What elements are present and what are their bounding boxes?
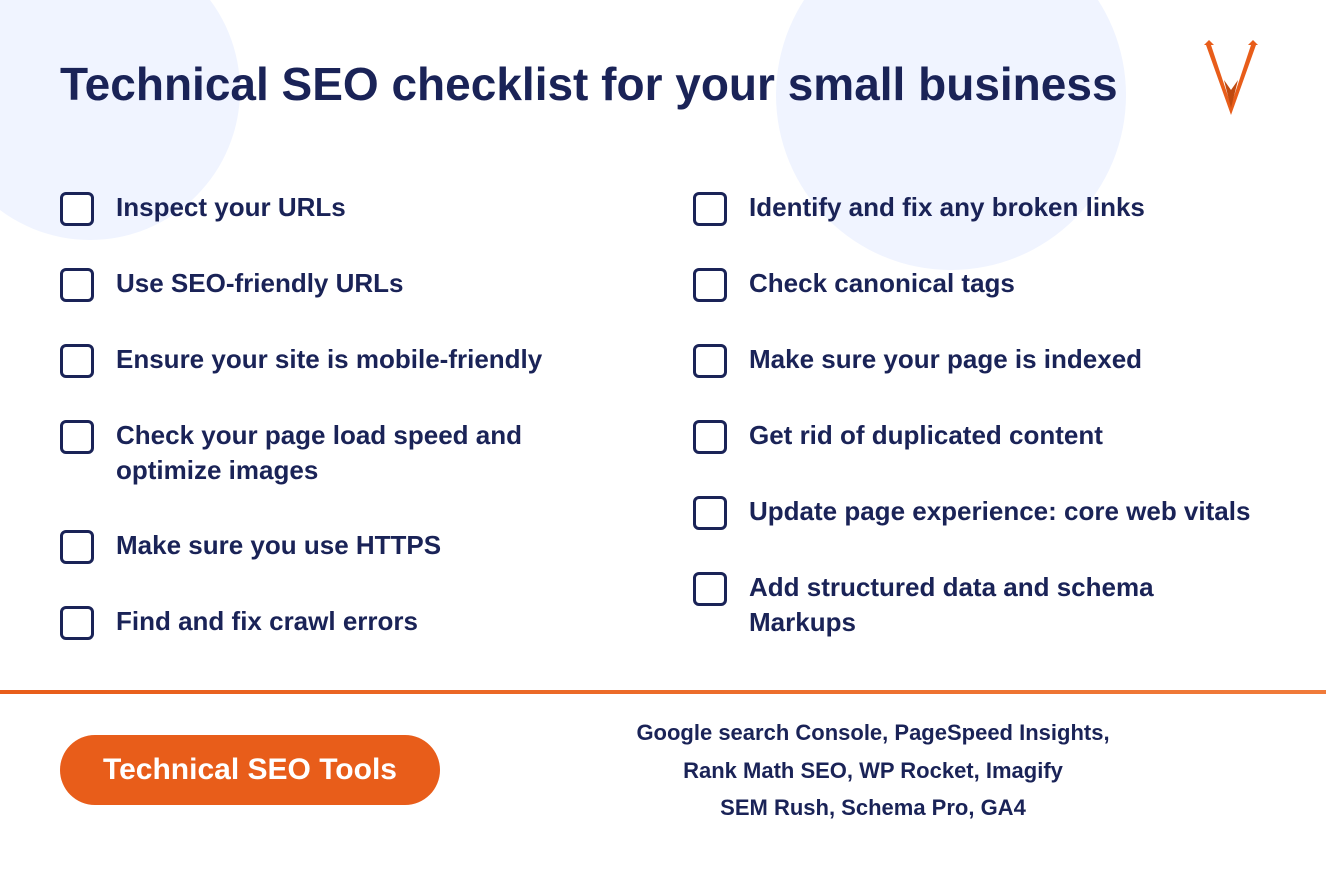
item-text-7: Identify and fix any broken links	[749, 190, 1145, 225]
tools-line-1: Google search Console, PageSpeed Insight…	[636, 720, 1109, 745]
item-text-11: Update page experience: core web vitals	[749, 494, 1250, 529]
item-text-9: Make sure your page is indexed	[749, 342, 1142, 377]
list-item: Find and fix crawl errors	[60, 584, 633, 660]
tools-line-2: Rank Math SEO, WP Rocket, Imagify	[683, 758, 1063, 783]
item-text-4: Check your page load speed and optimize …	[116, 418, 633, 488]
item-text-8: Check canonical tags	[749, 266, 1015, 301]
list-item: Update page experience: core web vitals	[693, 474, 1266, 550]
title-row: Technical SEO checklist for your small b…	[60, 40, 1266, 130]
checkbox-5[interactable]	[60, 530, 94, 564]
item-text-3: Ensure your site is mobile-friendly	[116, 342, 542, 377]
item-text-6: Find and fix crawl errors	[116, 604, 418, 639]
list-item: Use SEO-friendly URLs	[60, 246, 633, 322]
item-text-2: Use SEO-friendly URLs	[116, 266, 404, 301]
logo-icon	[1196, 40, 1266, 130]
checkbox-1[interactable]	[60, 192, 94, 226]
footer: Technical SEO Tools Google search Consol…	[0, 694, 1326, 846]
tools-badge: Technical SEO Tools	[60, 735, 440, 805]
item-text-1: Inspect your URLs	[116, 190, 346, 225]
page-title: Technical SEO checklist for your small b…	[60, 57, 1118, 112]
list-item: Ensure your site is mobile-friendly	[60, 322, 633, 398]
checklist-right-column: Identify and fix any broken links Check …	[693, 170, 1266, 660]
item-text-5: Make sure you use HTTPS	[116, 528, 441, 563]
checkbox-4[interactable]	[60, 420, 94, 454]
tools-list: Google search Console, PageSpeed Insight…	[440, 714, 1266, 826]
checkbox-10[interactable]	[693, 420, 727, 454]
checkbox-3[interactable]	[60, 344, 94, 378]
checkbox-9[interactable]	[693, 344, 727, 378]
list-item: Make sure you use HTTPS	[60, 508, 633, 584]
checkbox-2[interactable]	[60, 268, 94, 302]
list-item: Check canonical tags	[693, 246, 1266, 322]
checkbox-11[interactable]	[693, 496, 727, 530]
item-text-10: Get rid of duplicated content	[749, 418, 1103, 453]
list-item: Inspect your URLs	[60, 170, 633, 246]
checklist-left-column: Inspect your URLs Use SEO-friendly URLs …	[60, 170, 633, 660]
checkbox-7[interactable]	[693, 192, 727, 226]
list-item: Add structured data and schema Markups	[693, 550, 1266, 660]
checkbox-8[interactable]	[693, 268, 727, 302]
list-item: Check your page load speed and optimize …	[60, 398, 633, 508]
checkbox-6[interactable]	[60, 606, 94, 640]
list-item: Make sure your page is indexed	[693, 322, 1266, 398]
tools-line-3: SEM Rush, Schema Pro, GA4	[720, 795, 1026, 820]
checkbox-12[interactable]	[693, 572, 727, 606]
checklist-grid: Inspect your URLs Use SEO-friendly URLs …	[60, 170, 1266, 660]
item-text-12: Add structured data and schema Markups	[749, 570, 1266, 640]
list-item: Get rid of duplicated content	[693, 398, 1266, 474]
list-item: Identify and fix any broken links	[693, 170, 1266, 246]
